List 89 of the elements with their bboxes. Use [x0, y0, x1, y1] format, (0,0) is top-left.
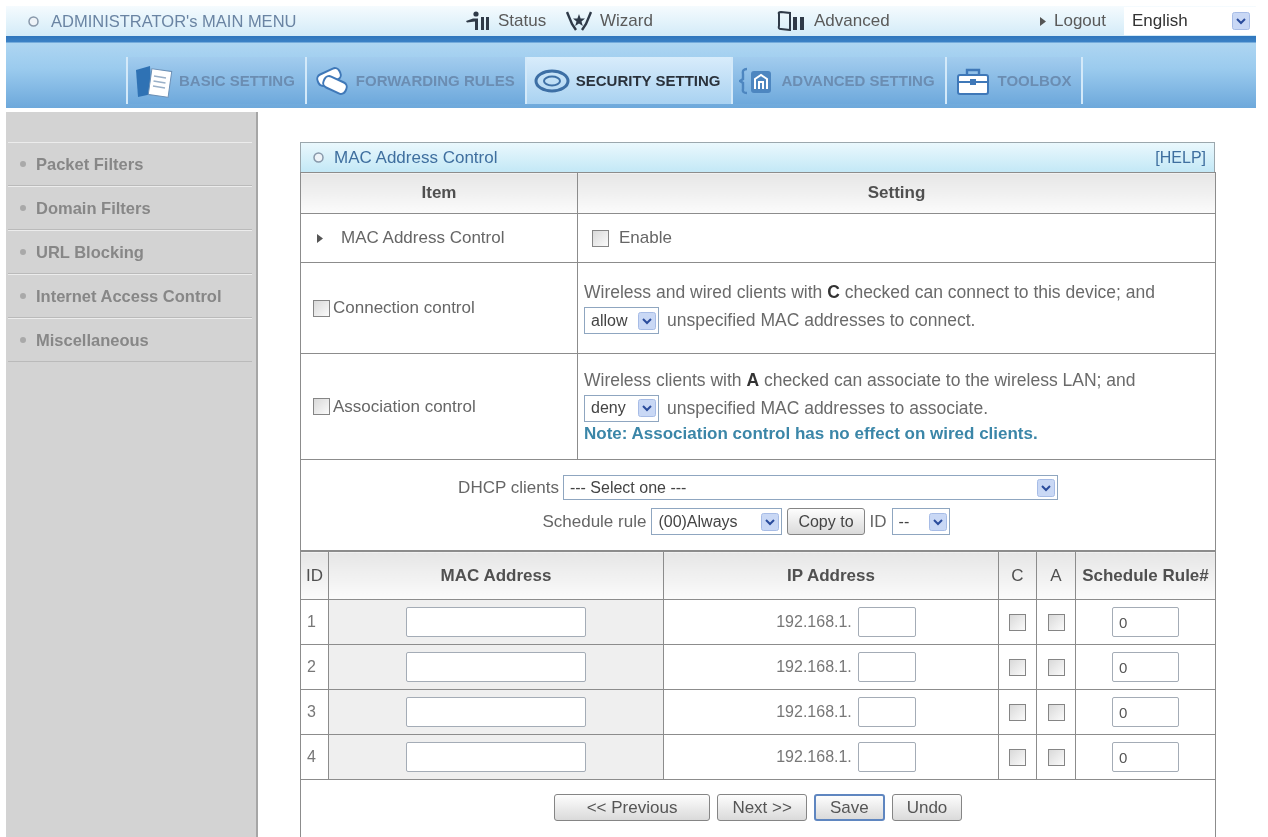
item-label: Association control — [333, 396, 476, 417]
table-cell: 1 — [300, 599, 329, 645]
bullet-icon — [20, 161, 26, 167]
copy-to-button[interactable]: Copy to — [787, 508, 865, 535]
mac-address-field[interactable] — [406, 607, 586, 637]
dhcp-clients-label: DHCP clients — [458, 477, 559, 498]
chevron-down-icon — [638, 399, 656, 417]
table-cell: 3 — [300, 689, 329, 735]
caret-right-icon — [1040, 16, 1046, 26]
ip-prefix-text: 192.168.1. — [776, 658, 852, 676]
table-cell: 4 — [300, 734, 329, 780]
column-header: MAC Address — [328, 551, 664, 600]
chevron-down-icon — [1232, 12, 1250, 30]
checkbox[interactable] — [1009, 748, 1026, 766]
chevron-down-icon — [928, 512, 947, 531]
panel-title: MAC Address Control — [334, 147, 498, 168]
column-header: Schedule Rule# — [1075, 551, 1216, 600]
language-select[interactable]: English — [1124, 7, 1256, 35]
form-button[interactable]: Undo — [891, 794, 963, 821]
column-header: Item — [300, 172, 578, 214]
bullet-icon — [20, 249, 26, 255]
schedule-rule-label: Schedule rule — [542, 511, 647, 532]
menu-link[interactable]: Advanced — [768, 11, 890, 31]
checkbox[interactable] — [1009, 613, 1026, 631]
help-link[interactable]: [HELP] — [1155, 148, 1206, 167]
ip-suffix-field[interactable] — [857, 742, 916, 772]
bullet-icon — [20, 337, 26, 343]
checkbox[interactable] — [313, 398, 330, 415]
item-label: Connection control — [333, 298, 475, 318]
form-button[interactable]: << Previous — [553, 794, 711, 821]
note-text: Note: Association control has no effect on wired clients. — [584, 423, 1039, 444]
ip-suffix-field[interactable] — [857, 652, 916, 682]
logout-link[interactable]: Logout — [1040, 11, 1106, 31]
column-header: ID — [300, 551, 329, 600]
column-header: IP Address — [663, 551, 999, 600]
ip-prefix-text: 192.168.1. — [776, 703, 852, 721]
ip-prefix-text: 192.168.1. — [776, 748, 852, 766]
form-button[interactable]: Save — [813, 794, 885, 821]
column-header: C — [998, 551, 1037, 600]
column-header: A — [1036, 551, 1076, 600]
checkbox[interactable] — [313, 299, 330, 317]
menu-link[interactable]: Wizard — [558, 11, 653, 31]
schedule-rule-field[interactable]: 0 — [1112, 697, 1179, 727]
checkbox[interactable] — [1047, 748, 1065, 766]
schedule-rule-field[interactable]: 0 — [1112, 652, 1179, 682]
description-text: Wireless and wired clients with C checked can connect to this device; and — [584, 282, 1156, 303]
schedule-rule-select[interactable]: (00)Always — [651, 508, 783, 535]
policy-select[interactable]: deny — [584, 394, 659, 422]
policy-text: unspecified MAC addresses to connect. — [667, 310, 976, 331]
checkbox-label: Enable — [619, 228, 672, 248]
checkbox[interactable] — [1047, 703, 1065, 721]
chevron-down-icon — [761, 512, 780, 531]
menu-title: ADMINISTRATOR's MAIN MENU — [51, 11, 297, 31]
checkbox[interactable] — [1009, 703, 1026, 721]
mac-address-field[interactable] — [406, 742, 586, 772]
raised-arms-star-icon — [566, 11, 592, 31]
id-label: ID — [869, 511, 887, 532]
item-label: MAC Address Control — [341, 228, 505, 248]
table-cell: 2 — [300, 644, 329, 690]
form-button[interactable]: Next >> — [717, 794, 807, 821]
dhcp-clients-select[interactable]: --- Select one --- — [562, 475, 1058, 500]
id-select[interactable]: -- — [891, 508, 950, 535]
checkbox[interactable] — [1009, 658, 1026, 676]
ring-bullet-icon — [313, 152, 324, 163]
schedule-rule-field[interactable]: 0 — [1112, 742, 1179, 772]
column-header: Setting — [577, 172, 1216, 214]
checkbox[interactable] — [592, 229, 609, 247]
nav-tab[interactable]: SECURITY SETTING — [524, 57, 731, 104]
bullet-icon — [20, 293, 26, 299]
chevron-down-icon — [638, 311, 656, 330]
policy-text: unspecified MAC addresses to associate. — [667, 397, 988, 419]
schedule-rule-field[interactable]: 0 — [1112, 607, 1179, 637]
ip-suffix-field[interactable] — [857, 607, 916, 637]
ip-prefix-text: 192.168.1. — [776, 613, 852, 631]
checkbox[interactable] — [1047, 613, 1065, 631]
chevron-down-icon — [1036, 478, 1055, 497]
policy-select[interactable]: allow — [584, 307, 659, 334]
description-text: Wireless clients with A checked can associate to the wireless LAN; and — [584, 369, 1137, 391]
ring-bullet-icon — [28, 15, 39, 27]
person-icon — [466, 11, 490, 31]
bullet-icon — [20, 205, 26, 211]
mac-address-field[interactable] — [406, 697, 586, 727]
folder-document-icon — [134, 63, 174, 98]
book-icon — [776, 11, 806, 31]
checkbox[interactable] — [1047, 658, 1065, 676]
menu-link[interactable]: Status — [458, 11, 547, 31]
caret-right-icon — [317, 233, 323, 243]
ip-suffix-field[interactable] — [857, 697, 916, 727]
mac-address-field[interactable] — [406, 652, 586, 682]
